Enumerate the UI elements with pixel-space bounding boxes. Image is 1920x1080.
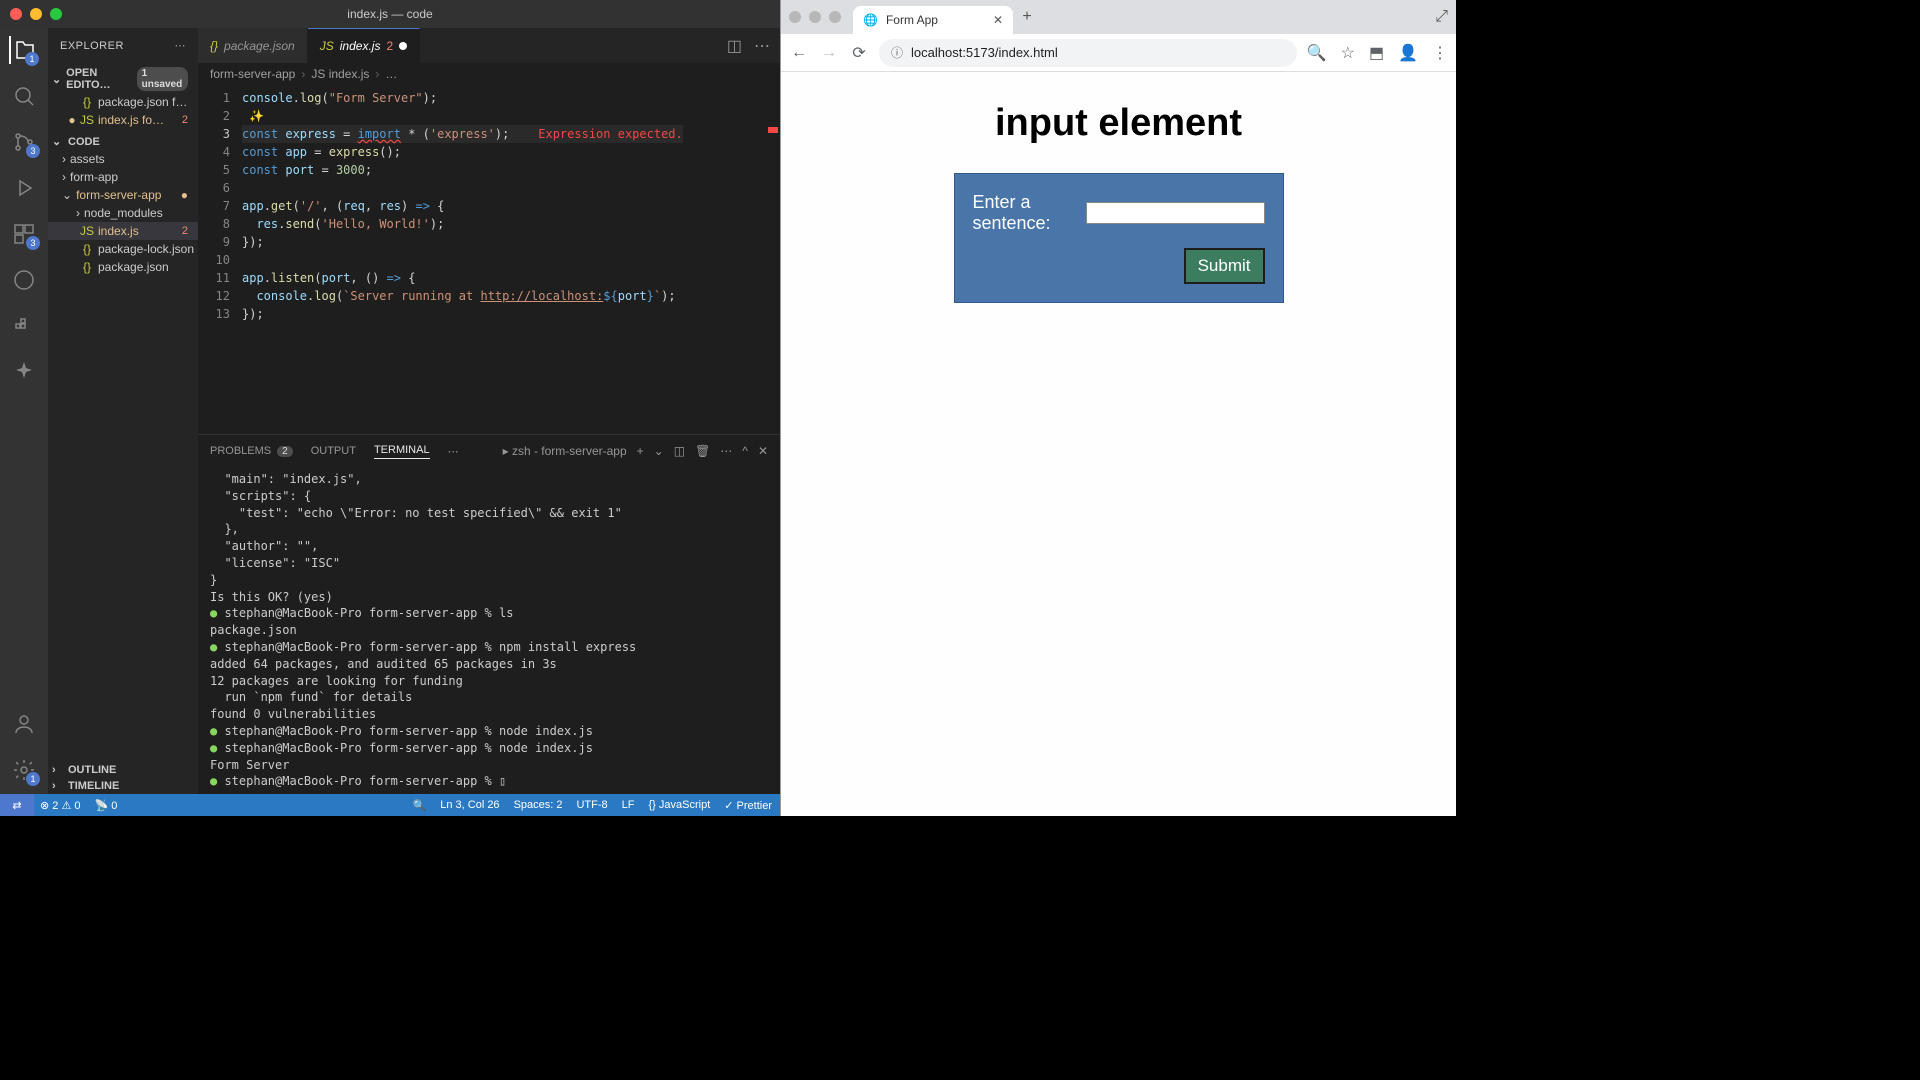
panel-overflow-icon[interactable]: ⋯ bbox=[720, 444, 732, 458]
status-lang[interactable]: {} JavaScript bbox=[649, 799, 711, 811]
folder-item[interactable]: › assets bbox=[48, 150, 198, 168]
close-panel-icon[interactable]: ✕ bbox=[758, 444, 768, 458]
scm-badge: 3 bbox=[26, 144, 40, 158]
folder-item[interactable]: ⌄ form-server-app● bbox=[48, 186, 198, 204]
activity-bar: 1 3 3 1 bbox=[0, 28, 48, 794]
kill-terminal-icon[interactable]: 🗑 bbox=[695, 444, 710, 458]
unsaved-pill: 1 unsaved bbox=[137, 67, 188, 91]
close-tab-icon[interactable]: ✕ bbox=[993, 13, 1003, 27]
vscode-window: index.js — code 1 3 3 1 EXPLORER ⋯ ⌄OPEN … bbox=[0, 0, 780, 816]
profile-icon[interactable]: 👤 bbox=[1398, 43, 1418, 63]
terminal-dropdown-icon[interactable]: ⌄ bbox=[654, 444, 664, 458]
editor-tabs: {}package.jsonJSindex.js2 ◫ ⋯ bbox=[198, 28, 780, 63]
bookmark-icon[interactable]: ☆ bbox=[1341, 43, 1355, 63]
remote-button[interactable]: ⇄ bbox=[0, 794, 34, 816]
folder-item[interactable]: › form-app bbox=[48, 168, 198, 186]
browser-window: 🌐 Form App ✕ + ⤢ ← → ⟳ ⓘ localhost:5173/… bbox=[780, 0, 1456, 816]
ext-badge: 3 bbox=[26, 236, 40, 250]
status-ports[interactable]: 📡 0 bbox=[95, 799, 118, 812]
input-label: Enter a sentence: bbox=[973, 192, 1082, 234]
editor-area: {}package.jsonJSindex.js2 ◫ ⋯ form-server… bbox=[198, 28, 780, 794]
sparkle-icon[interactable] bbox=[10, 358, 38, 386]
sidebar: EXPLORER ⋯ ⌄OPEN EDITO…1 unsaved {}packag… bbox=[48, 28, 198, 794]
settings-badge: 1 bbox=[26, 772, 40, 786]
page-heading: input element bbox=[995, 102, 1242, 145]
open-editors-header[interactable]: ⌄OPEN EDITO…1 unsaved bbox=[48, 65, 198, 93]
editor-tab[interactable]: {}package.json bbox=[198, 28, 308, 63]
statusbar: ⇄ ⊗ 2 ⚠ 0 📡 0 🔍 Ln 3, Col 26 Spaces: 2 U… bbox=[0, 794, 780, 816]
browser-tab-title: Form App bbox=[886, 13, 938, 27]
explorer-icon[interactable]: 1 bbox=[9, 36, 37, 64]
terminal[interactable]: "main": "index.js", "scripts": { "test":… bbox=[198, 467, 780, 794]
outline-header[interactable]: ›OUTLINE bbox=[48, 762, 198, 778]
split-icon[interactable]: ◫ bbox=[727, 36, 742, 56]
browser-max-traffic[interactable] bbox=[829, 11, 841, 23]
editor-tab[interactable]: JSindex.js2 bbox=[308, 28, 420, 63]
window-title: index.js — code bbox=[347, 7, 432, 21]
file-item[interactable]: {}package.json bbox=[48, 258, 198, 276]
address-bar[interactable]: ⓘ localhost:5173/index.html bbox=[879, 39, 1297, 67]
forward-icon[interactable]: → bbox=[819, 43, 839, 63]
zoom-icon[interactable]: 🔍 bbox=[1307, 43, 1327, 63]
status-encoding[interactable]: UTF-8 bbox=[576, 799, 607, 811]
code-editor[interactable]: 12345678910111213 console.log("Form Serv… bbox=[198, 85, 780, 434]
reload-icon[interactable]: ⟳ bbox=[849, 43, 869, 63]
extensions-icon[interactable]: 3 bbox=[10, 220, 38, 248]
open-file[interactable]: {}package.json f… bbox=[48, 93, 198, 111]
liveshare-icon[interactable] bbox=[10, 266, 38, 294]
scm-icon[interactable]: 3 bbox=[10, 128, 38, 156]
tab-favicon: 🌐 bbox=[863, 13, 878, 27]
new-terminal-icon[interactable]: + bbox=[637, 444, 644, 458]
max-traffic[interactable] bbox=[50, 8, 62, 20]
maximize-panel-icon[interactable]: ^ bbox=[742, 444, 748, 458]
browser-close-traffic[interactable] bbox=[789, 11, 801, 23]
gear-icon[interactable]: 1 bbox=[10, 756, 38, 784]
search-icon[interactable] bbox=[10, 82, 38, 110]
close-traffic[interactable] bbox=[10, 8, 22, 20]
docker-icon[interactable] bbox=[10, 312, 38, 340]
browser-tab[interactable]: 🌐 Form App ✕ bbox=[853, 6, 1013, 34]
status-eol[interactable]: LF bbox=[622, 799, 635, 811]
submit-button[interactable]: Submit bbox=[1184, 248, 1265, 284]
code-header[interactable]: ⌄CODE bbox=[48, 133, 198, 150]
debug-icon[interactable] bbox=[10, 174, 38, 202]
url-text: localhost:5173/index.html bbox=[911, 45, 1058, 60]
file-item[interactable]: JSindex.js2 bbox=[48, 222, 198, 240]
status-prettier[interactable]: ✓ Prettier bbox=[724, 799, 772, 812]
status-cursor[interactable]: Ln 3, Col 26 bbox=[440, 799, 499, 811]
find-icon[interactable]: 🔍 bbox=[413, 799, 427, 812]
titlebar: index.js — code bbox=[0, 0, 780, 28]
browser-expand-icon[interactable]: ⤢ bbox=[1435, 8, 1448, 26]
status-errors[interactable]: ⊗ 2 ⚠ 0 bbox=[40, 799, 81, 812]
min-traffic[interactable] bbox=[30, 8, 42, 20]
file-item[interactable]: {}package-lock.json bbox=[48, 240, 198, 258]
timeline-header[interactable]: ›TIMELINE bbox=[48, 778, 198, 794]
form-box: Enter a sentence: Submit bbox=[954, 173, 1284, 303]
menu-icon[interactable]: ⋮ bbox=[1432, 43, 1448, 63]
terminal-tab[interactable]: TERMINAL bbox=[374, 444, 430, 459]
folder-item[interactable]: › node_modules bbox=[48, 204, 198, 222]
sidebar-more-icon[interactable]: ⋯ bbox=[175, 39, 187, 52]
status-spaces[interactable]: Spaces: 2 bbox=[514, 799, 563, 811]
minimap-error-marker[interactable] bbox=[768, 127, 778, 133]
back-icon[interactable]: ← bbox=[789, 43, 809, 63]
tab-more-icon[interactable]: ⋯ bbox=[754, 36, 770, 56]
new-tab-icon[interactable]: + bbox=[1013, 3, 1041, 31]
split-terminal-icon[interactable]: ◫ bbox=[674, 444, 685, 458]
install-icon[interactable]: ⬒ bbox=[1369, 43, 1384, 63]
panel-more-icon[interactable]: ⋯ bbox=[448, 445, 459, 458]
browser-min-traffic[interactable] bbox=[809, 11, 821, 23]
explorer-title: EXPLORER bbox=[60, 40, 124, 52]
problems-tab[interactable]: PROBLEMS2 bbox=[210, 445, 293, 457]
explorer-badge: 1 bbox=[25, 52, 39, 66]
breadcrumbs[interactable]: form-server-app › JS index.js › … bbox=[198, 63, 780, 85]
terminal-shell-label[interactable]: ▸ zsh - form-server-app bbox=[503, 444, 627, 458]
problems-count: 2 bbox=[277, 446, 293, 457]
sentence-input[interactable] bbox=[1086, 202, 1265, 224]
site-info-icon[interactable]: ⓘ bbox=[891, 44, 903, 61]
open-file[interactable]: ●JSindex.js fo…2 bbox=[48, 111, 198, 129]
output-tab[interactable]: OUTPUT bbox=[311, 445, 356, 457]
page-content: input element Enter a sentence: Submit bbox=[781, 72, 1456, 816]
account-icon[interactable] bbox=[10, 710, 38, 738]
